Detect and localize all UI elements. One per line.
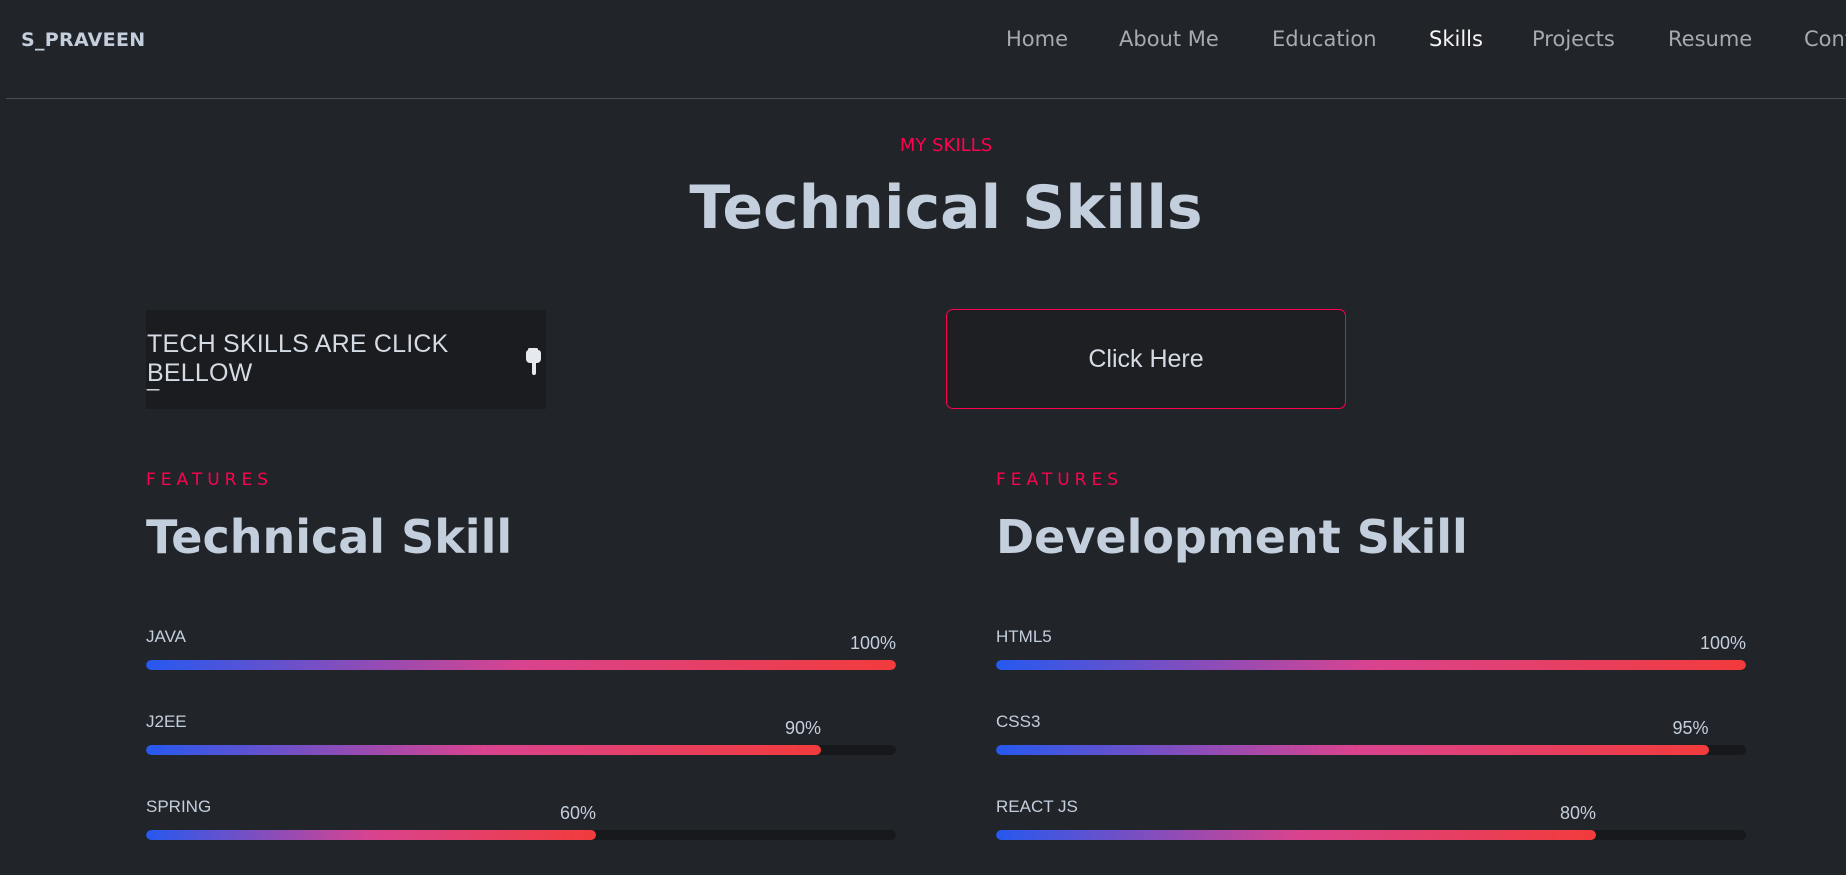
skill-bar-fill	[146, 745, 821, 755]
skill-track	[996, 830, 1746, 840]
skill-spring: SPRING 60%	[146, 797, 896, 847]
navbar: S_PRAVEEN Home About Me Education Skills…	[6, 0, 1846, 99]
page-title: Technical Skills	[689, 173, 1203, 243]
skill-percent: 95%	[1672, 718, 1709, 738]
nav-item-contact[interactable]: Contact	[1804, 27, 1846, 51]
nav-item-resume[interactable]: Resume	[1668, 27, 1752, 51]
section-subtitle: MY SKILLS	[899, 135, 993, 156]
features-eyebrow: FEATURES	[146, 470, 274, 490]
typing-cursor: _	[147, 366, 160, 391]
tech-skills-text: TECH SKILLS ARE CLICK BELLOW	[147, 330, 449, 387]
skill-bar-fill	[146, 660, 896, 670]
skill-bar-fill	[996, 745, 1709, 755]
skill-track	[996, 660, 1746, 670]
skill-css3: CSS3 95%	[996, 712, 1746, 762]
skill-name: SPRING	[146, 797, 212, 816]
features-eyebrow: FEATURES	[996, 470, 1124, 490]
click-here-button[interactable]: Click Here	[946, 309, 1346, 409]
nav-item-projects[interactable]: Projects	[1532, 27, 1615, 51]
skill-percent: 60%	[559, 803, 596, 823]
skill-j2ee: J2EE 90%	[146, 712, 896, 762]
nav-item-education[interactable]: Education	[1272, 27, 1377, 51]
development-skill-title: Development Skill	[996, 510, 1468, 564]
skill-name: REACT JS	[996, 797, 1078, 816]
nav-item-home[interactable]: Home	[1006, 27, 1068, 51]
skill-name: HTML5	[996, 627, 1052, 646]
skill-java: JAVA 100%	[146, 627, 896, 677]
skill-track	[146, 830, 896, 840]
skill-track	[146, 660, 896, 670]
skill-bar-fill	[996, 660, 1746, 670]
skill-react-js: REACT JS 80%	[996, 797, 1746, 847]
skill-bar-fill	[146, 830, 596, 840]
brand-logo[interactable]: S_PRAVEEN	[21, 29, 145, 51]
skill-percent: 90%	[784, 718, 821, 738]
skill-html5: HTML5 100%	[996, 627, 1746, 677]
tech-skills-banner: TECH SKILLS ARE CLICK BELLOW _	[146, 310, 546, 409]
nav-item-skills[interactable]: Skills	[1429, 27, 1483, 51]
skill-name: CSS3	[996, 712, 1041, 731]
skill-bar-fill	[996, 830, 1596, 840]
skill-track	[996, 745, 1746, 755]
nav-item-about-me[interactable]: About Me	[1119, 27, 1219, 51]
technical-skill-title: Technical Skill	[146, 510, 513, 564]
skill-percent: 100%	[849, 633, 896, 653]
skill-track	[146, 745, 896, 755]
skill-percent: 100%	[1699, 633, 1746, 653]
skill-percent: 80%	[1559, 803, 1596, 823]
pointing-hand-icon	[525, 348, 541, 375]
skill-name: J2EE	[146, 712, 187, 731]
skill-name: JAVA	[146, 627, 186, 646]
